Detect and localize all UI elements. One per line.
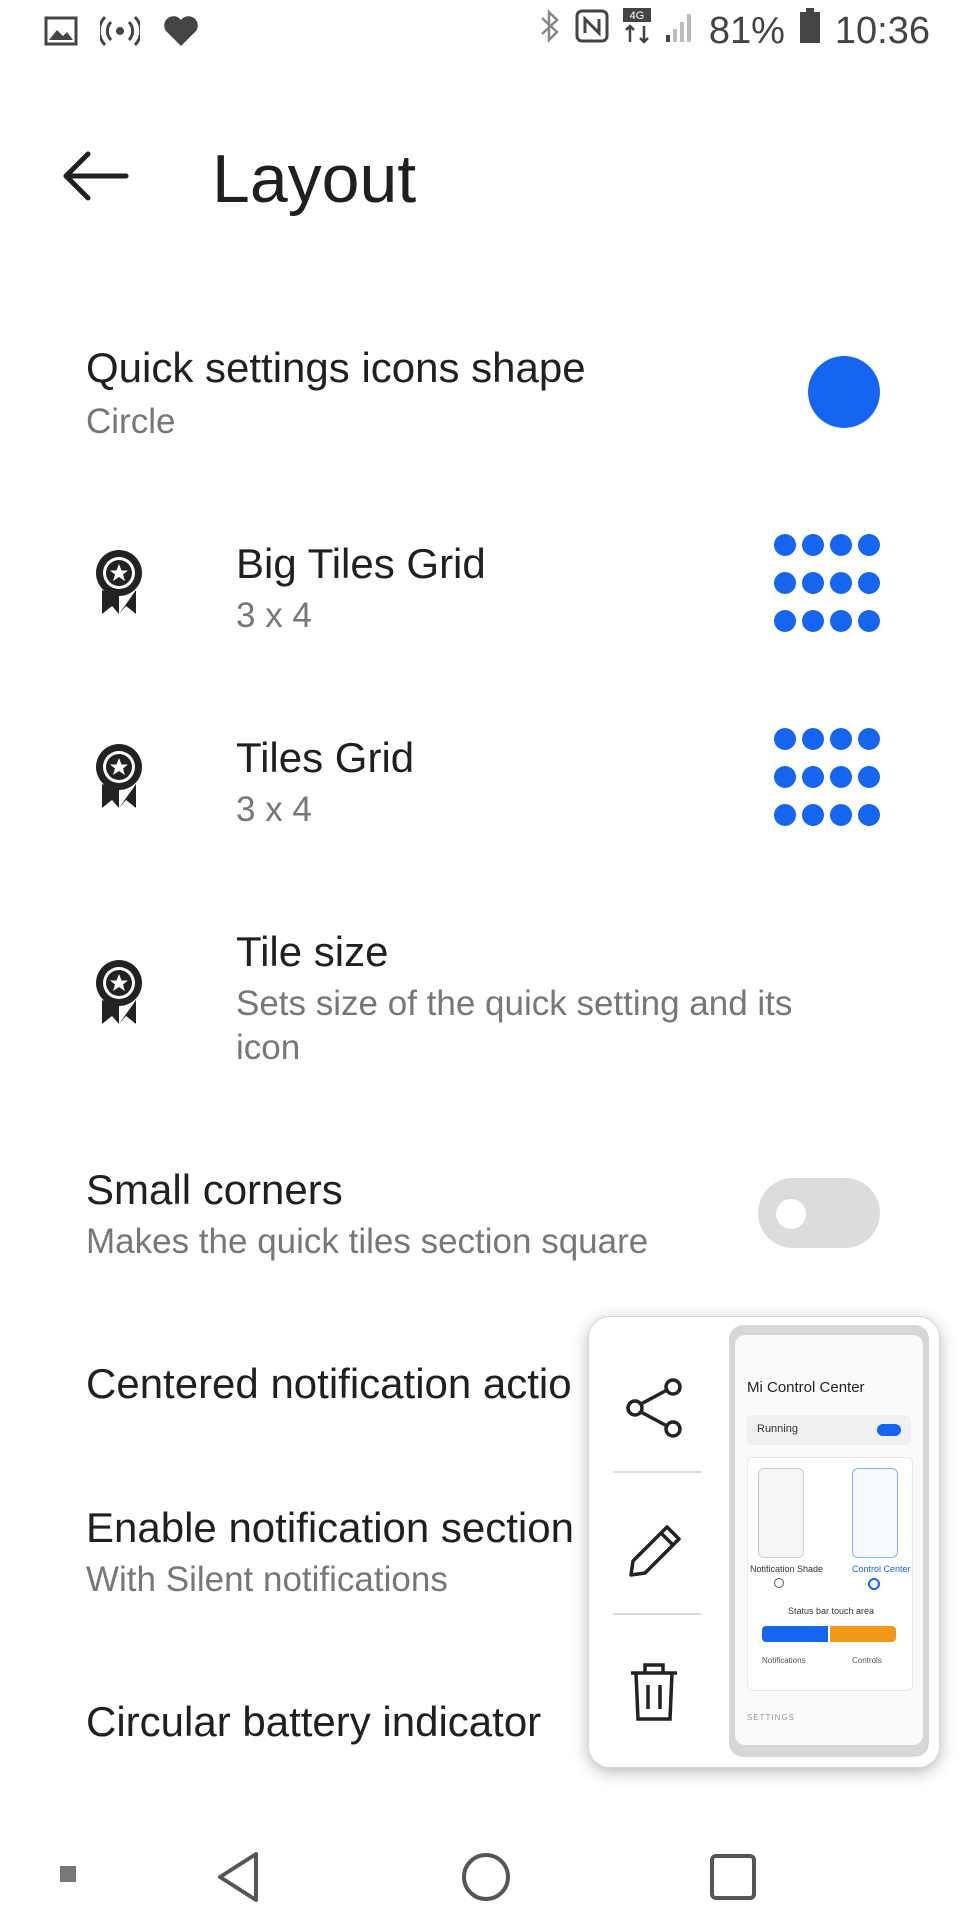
setting-title: Circular battery indicator [86, 1698, 542, 1745]
setting-title: Small corners [86, 1166, 343, 1213]
small-corners-toggle[interactable] [758, 1178, 880, 1248]
divider [613, 1613, 701, 1615]
setting-subtitle-line2: icon [236, 1028, 301, 1067]
setting-title: Tile size [236, 928, 389, 975]
navigation-bar [0, 1820, 960, 1920]
thumb-notifications-label: Notifications [762, 1656, 806, 1665]
hotspot-icon [97, 14, 143, 53]
setting-title: Tiles Grid [236, 734, 415, 781]
thumb-phone-control-center [852, 1468, 898, 1558]
signal-icon [665, 10, 695, 53]
thumb-running-row: Running [747, 1415, 911, 1445]
edit-icon [629, 1525, 681, 1577]
grid-preview [774, 534, 882, 648]
thumb-area-controls [830, 1626, 896, 1642]
thumb-settings-label: SETTINGS [747, 1713, 796, 1722]
nav-recents-icon[interactable] [710, 1854, 756, 1900]
thumb-running-switch [877, 1424, 901, 1436]
nav-indicator-icon [60, 1866, 76, 1882]
premium-badge-icon [96, 960, 142, 1024]
thumb-controls-label: Controls [852, 1656, 882, 1665]
thumb-option1-label: Notification Shade [750, 1564, 824, 1574]
setting-title: Big Tiles Grid [236, 540, 486, 587]
app-bar: Layout [0, 110, 960, 250]
delete-button[interactable] [617, 1655, 691, 1729]
thumb-radio-2 [868, 1578, 880, 1590]
shape-preview-circle [808, 356, 880, 428]
thumb-phone-notification-shade [758, 1468, 804, 1558]
delete-icon [631, 1663, 677, 1721]
bluetooth-icon [539, 8, 561, 54]
divider [613, 1471, 701, 1473]
screenshot-thumbnail[interactable]: Mi Control Center Running Notification S… [729, 1325, 929, 1757]
thumb-running-label: Running [757, 1423, 798, 1435]
network-type-icon: 4G [622, 8, 651, 54]
thumb-area-label: Status bar touch area [788, 1606, 875, 1616]
image-icon [44, 16, 78, 51]
setting-title: Quick settings icons shape [86, 344, 586, 391]
nav-back-icon[interactable] [218, 1852, 258, 1902]
premium-badge-icon [96, 744, 142, 808]
share-button[interactable] [617, 1371, 691, 1445]
popup-actions [589, 1317, 719, 1767]
setting-subtitle: Makes the quick tiles section square [86, 1222, 649, 1261]
battery-icon [799, 8, 821, 54]
thumb-area-notifications [762, 1626, 828, 1642]
thumbnail-screen: Mi Control Center Running Notification S… [735, 1335, 923, 1745]
thumb-title: Mi Control Center [747, 1379, 865, 1396]
thumb-card: Notification Shade Control Center Status… [747, 1457, 913, 1691]
nfc-icon [575, 9, 609, 53]
nav-buttons [60, 1852, 756, 1902]
status-bar-right: 4G 81% 10:36 [539, 8, 930, 54]
heart-icon [162, 14, 200, 53]
page-title: Layout [212, 141, 417, 217]
status-bar-left [44, 14, 200, 53]
setting-subtitle: With Silent notifications [86, 1560, 448, 1599]
back-button[interactable] [60, 146, 150, 216]
network-type-label: 4G [630, 10, 645, 22]
setting-subtitle: Sets size of the quick setting and its [236, 984, 793, 1023]
setting-subtitle: 3 x 4 [236, 596, 312, 635]
share-icon [626, 1378, 682, 1438]
grid-preview [774, 728, 882, 842]
nav-home-icon[interactable] [462, 1853, 510, 1901]
status-bar: 4G 81% 10:36 [0, 0, 960, 66]
thumb-option2-label: Control Center [852, 1564, 911, 1574]
screenshot-popup: Mi Control Center Running Notification S… [588, 1316, 940, 1768]
setting-subtitle: 3 x 4 [236, 790, 312, 829]
setting-subtitle: Circle [86, 402, 176, 441]
battery-percent: 81% [708, 9, 785, 52]
toggle-knob [776, 1199, 806, 1229]
clock: 10:36 [834, 9, 930, 52]
setting-title: Centered notification actio [86, 1360, 572, 1407]
setting-title: Enable notification section [86, 1504, 574, 1551]
back-arrow-icon [63, 151, 129, 201]
premium-badge-icon [96, 550, 142, 614]
thumb-radio-1 [774, 1578, 784, 1588]
edit-button[interactable] [617, 1513, 691, 1587]
